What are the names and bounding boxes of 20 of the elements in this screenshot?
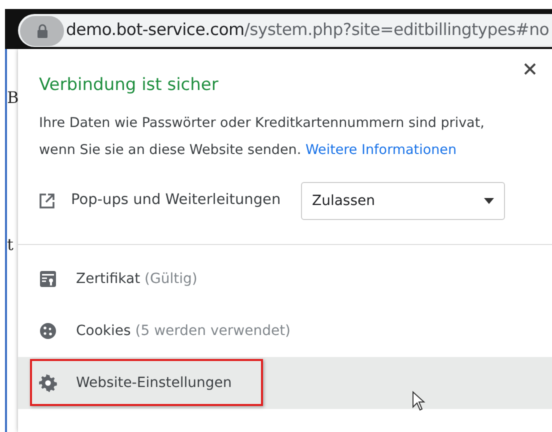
permission-label: Pop-ups und Weiterleitungen: [71, 191, 282, 210]
caret-icon: [484, 198, 494, 204]
privacy-message: Ihre Daten wie Passwörter oder Kreditkartennummern sind privat, wenn Sie sie an diese Website senden. Weitere Informationen: [39, 114, 486, 160]
permission-select[interactable]: Zulassen: [301, 182, 505, 220]
site-info-button[interactable]: [20, 16, 64, 46]
page-text: B: [7, 89, 19, 107]
lock-icon: [36, 24, 48, 38]
address-bar[interactable]: demo.bot-service.com/system.php?site=editbillingtypes#no: [18, 14, 552, 47]
close-button[interactable]: [522, 61, 538, 77]
cookie-icon: [39, 322, 57, 340]
more-info-link[interactable]: Weitere Informationen: [305, 142, 457, 158]
popup-title: Verbindung ist sicher: [39, 75, 218, 96]
close-icon: [524, 63, 536, 75]
settings-icon: [39, 374, 57, 392]
mouse-cursor-icon: [412, 391, 426, 411]
menu-item[interactable]: Website-Einstellungen: [18, 357, 552, 410]
certificate-icon: [39, 270, 57, 288]
external-link-icon: [39, 193, 55, 210]
url-text: demo.bot-service.com/system.php?site=editbillingtypes#no: [66, 19, 550, 42]
page-text: t: [7, 236, 14, 254]
